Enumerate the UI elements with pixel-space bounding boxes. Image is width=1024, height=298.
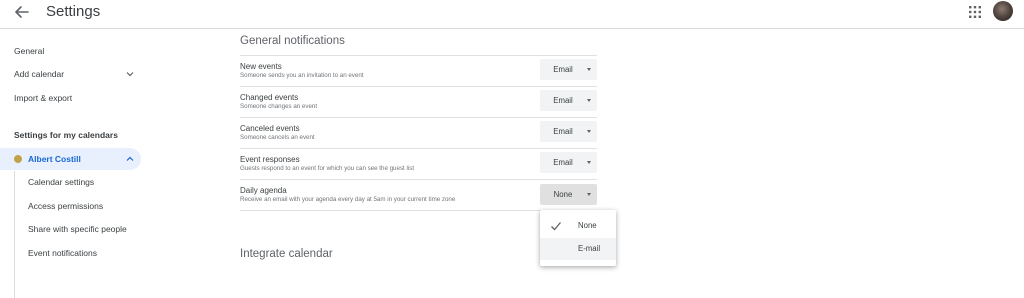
sidebar-item-access-permissions[interactable]: Access permissions <box>28 195 103 217</box>
divider <box>240 117 597 118</box>
section-title-general-notifications: General notifications <box>240 35 345 47</box>
row-title: Canceled events <box>240 124 300 133</box>
sidebar-item-add-calendar[interactable]: Add calendar <box>14 63 64 85</box>
notification-select-new-events[interactable]: Email <box>540 59 597 80</box>
select-value: Email <box>553 158 573 167</box>
sidebar-item-general[interactable]: General <box>14 40 44 62</box>
notification-select-changed-events[interactable]: Email <box>540 90 597 111</box>
caret-down-icon <box>587 130 591 133</box>
divider <box>240 148 597 149</box>
chevron-down-icon[interactable] <box>126 70 134 78</box>
select-value: Email <box>553 127 573 136</box>
notification-select-event-responses[interactable]: Email <box>540 152 597 173</box>
sidebar-item-share-people[interactable]: Share with specific people <box>28 218 127 240</box>
top-bar: Settings <box>0 0 1024 29</box>
section-title-integrate-calendar: Integrate calendar <box>240 248 333 260</box>
daily-agenda-dropdown-menu: None E-mail <box>540 210 616 266</box>
menu-item-label: None <box>578 221 597 230</box>
caret-down-icon <box>587 99 591 102</box>
row-description: Receive an email with your agenda every … <box>240 196 456 203</box>
notification-select-canceled-events[interactable]: Email <box>540 121 597 142</box>
row-description: Someone sends you an invitation to an ev… <box>240 72 364 79</box>
checkmark-icon <box>551 222 561 231</box>
chevron-up-icon[interactable] <box>126 155 134 163</box>
sidebar-item-calendar[interactable]: Albert Costill <box>0 148 141 170</box>
row-description: Someone changes an event <box>240 103 318 110</box>
sub-nav-rule <box>14 171 15 298</box>
row-title: Changed events <box>240 93 299 102</box>
settings-sidebar: General Add calendar Import & export Set… <box>0 30 150 298</box>
row-title: New events <box>240 62 282 71</box>
notification-select-daily-agenda[interactable]: None <box>540 184 597 205</box>
grid-apps-icon[interactable] <box>968 5 982 19</box>
avatar[interactable] <box>993 1 1013 21</box>
divider <box>240 55 597 56</box>
caret-down-icon <box>587 68 591 71</box>
calendar-color-dot <box>14 155 22 163</box>
sidebar-item-import-export[interactable]: Import & export <box>14 87 72 109</box>
row-title: Daily agenda <box>240 186 287 195</box>
calendar-name: Albert Costill <box>28 154 81 164</box>
menu-item-none[interactable]: None <box>540 215 616 237</box>
sidebar-item-calendar-settings[interactable]: Calendar settings <box>28 171 94 193</box>
divider <box>240 179 597 180</box>
select-value: Email <box>553 65 573 74</box>
row-description: Someone cancels an event <box>240 134 315 141</box>
arrow-left-icon[interactable] <box>10 2 34 22</box>
row-description: Guests respond to an event for which you… <box>240 165 415 172</box>
page-title: Settings <box>46 3 101 20</box>
caret-down-icon <box>587 161 591 164</box>
caret-down-icon <box>587 193 591 196</box>
menu-item-email[interactable]: E-mail <box>540 238 616 260</box>
menu-item-label: E-mail <box>578 244 601 253</box>
my-calendars-heading: Settings for my calendars <box>14 130 118 140</box>
sidebar-item-event-notifications[interactable]: Event notifications <box>28 242 97 264</box>
select-value: None <box>553 190 573 199</box>
select-value: Email <box>553 96 573 105</box>
divider <box>240 86 597 87</box>
row-title: Event responses <box>240 155 300 164</box>
